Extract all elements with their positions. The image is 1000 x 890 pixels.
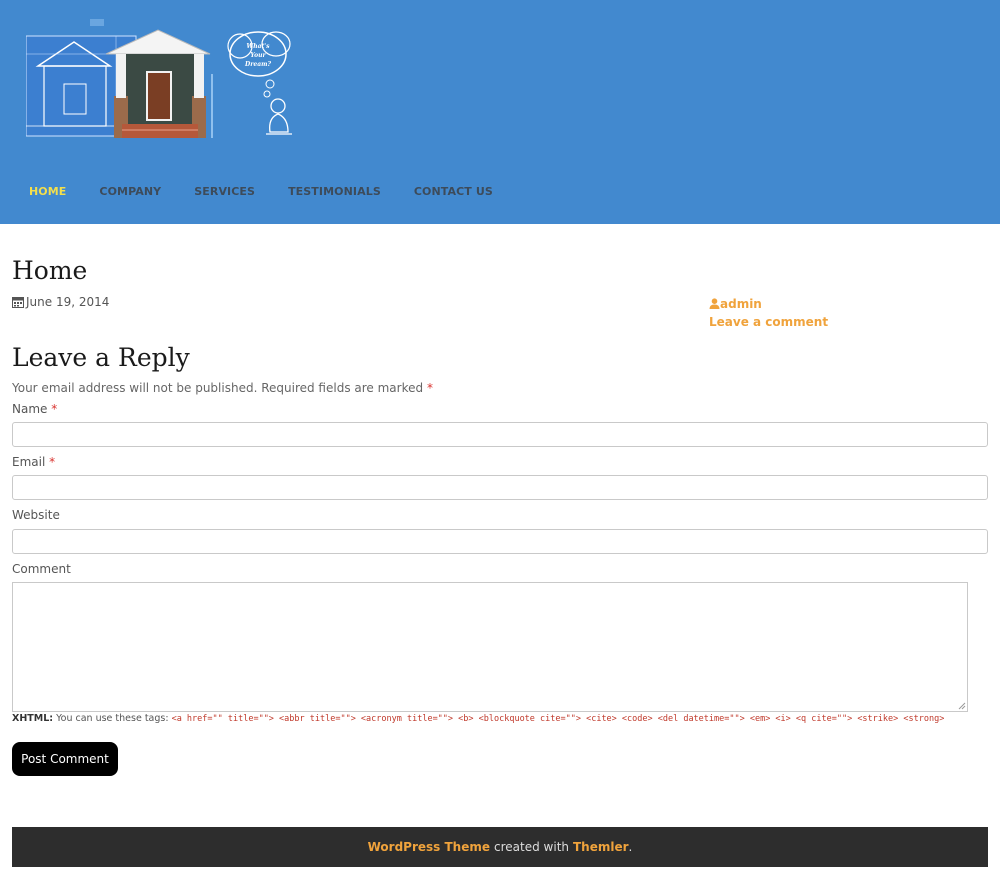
email-required-mark: *	[49, 455, 56, 469]
calendar-icon	[12, 297, 24, 308]
footer-end: .	[628, 840, 633, 854]
nav-contact-us[interactable]: CONTACT US	[414, 180, 493, 204]
website-label: Website	[12, 508, 60, 522]
site-header: What's Your Dream? HOME COMPANY SERVICES…	[0, 0, 1000, 224]
site-logo[interactable]: What's Your Dream?	[26, 14, 306, 144]
comment-notes-text: Your email address will not be published…	[12, 381, 424, 395]
name-required-mark: *	[51, 402, 58, 416]
post-date-text: June 19, 2014	[26, 295, 110, 309]
nav-services[interactable]: SERVICES	[194, 180, 255, 204]
svg-text:Dream?: Dream?	[244, 61, 271, 68]
post-meta: admin Leave a comment	[709, 295, 828, 331]
email-label: Email *	[12, 455, 55, 469]
nav-company[interactable]: COMPANY	[99, 180, 161, 204]
post-date: June 19, 2014	[12, 295, 109, 309]
author-link[interactable]: admin	[709, 295, 828, 313]
comment-notes: Your email address will not be published…	[12, 381, 433, 395]
svg-text:Your: Your	[250, 52, 266, 59]
required-mark: *	[426, 381, 433, 395]
user-icon	[709, 298, 720, 309]
themler-link[interactable]: Themler	[573, 840, 629, 854]
resize-grip-icon[interactable]	[958, 702, 966, 710]
email-label-text: Email	[12, 455, 46, 469]
allowed-tags-text: You can use these tags:	[56, 713, 169, 724]
name-label-text: Name	[12, 402, 48, 416]
main-nav: HOME COMPANY SERVICES TESTIMONIALS CONTA…	[0, 180, 526, 204]
allowed-tags: XHTML: You can use these tags: <a href="…	[12, 713, 944, 724]
footer-text: created with	[494, 840, 569, 854]
nav-home[interactable]: HOME	[29, 180, 66, 204]
name-label: Name *	[12, 402, 57, 416]
name-input[interactable]	[12, 422, 988, 447]
email-input[interactable]	[12, 475, 988, 500]
comment-label: Comment	[12, 562, 71, 576]
site-footer: WordPress Theme created with Themler .	[12, 827, 988, 867]
svg-text:What's: What's	[247, 43, 271, 50]
allowed-tags-label: XHTML:	[12, 713, 54, 724]
leave-comment-link[interactable]: Leave a comment	[709, 313, 828, 331]
page-title: Home	[12, 256, 88, 285]
wordpress-theme-link[interactable]: WordPress Theme	[368, 840, 490, 854]
comment-textarea[interactable]	[12, 582, 968, 712]
allowed-tags-list: <a href="" title=""> <abbr title=""> <ac…	[171, 714, 945, 724]
reply-title: Leave a Reply	[12, 343, 190, 372]
author-name: admin	[720, 297, 762, 311]
website-input[interactable]	[12, 529, 988, 554]
post-comment-button[interactable]: Post Comment	[12, 742, 118, 776]
nav-testimonials[interactable]: TESTIMONIALS	[288, 180, 381, 204]
